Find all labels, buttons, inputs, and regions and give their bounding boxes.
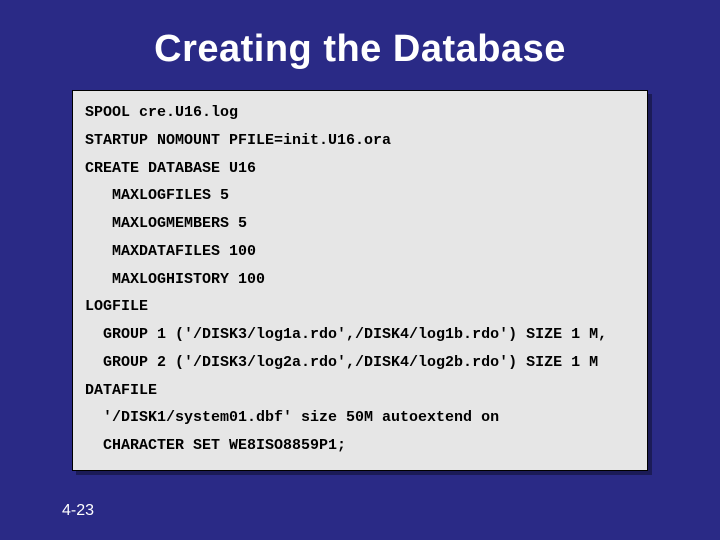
code-line: LOGFILE xyxy=(85,293,635,321)
code-line: MAXDATAFILES 100 xyxy=(85,238,635,266)
code-block: SPOOL cre.U16.log STARTUP NOMOUNT PFILE=… xyxy=(72,90,648,471)
code-line: MAXLOGHISTORY 100 xyxy=(85,266,635,294)
code-line: STARTUP NOMOUNT PFILE=init.U16.ora xyxy=(85,127,635,155)
code-line: '/DISK1/system01.dbf' size 50M autoexten… xyxy=(85,404,635,432)
code-line: DATAFILE xyxy=(85,377,635,405)
code-line: GROUP 1 ('/DISK3/log1a.rdo',/DISK4/log1b… xyxy=(85,321,635,349)
code-line: MAXLOGFILES 5 xyxy=(85,182,635,210)
slide-title: Creating the Database xyxy=(0,28,720,71)
code-line: CHARACTER SET WE8ISO8859P1; xyxy=(85,432,635,460)
code-line: GROUP 2 ('/DISK3/log2a.rdo',/DISK4/log2b… xyxy=(85,349,635,377)
code-line: CREATE DATABASE U16 xyxy=(85,155,635,183)
code-line: MAXLOGMEMBERS 5 xyxy=(85,210,635,238)
slide: Creating the Database SPOOL cre.U16.log … xyxy=(0,0,720,540)
page-number: 4-23 xyxy=(62,502,94,520)
code-line: SPOOL cre.U16.log xyxy=(85,99,635,127)
